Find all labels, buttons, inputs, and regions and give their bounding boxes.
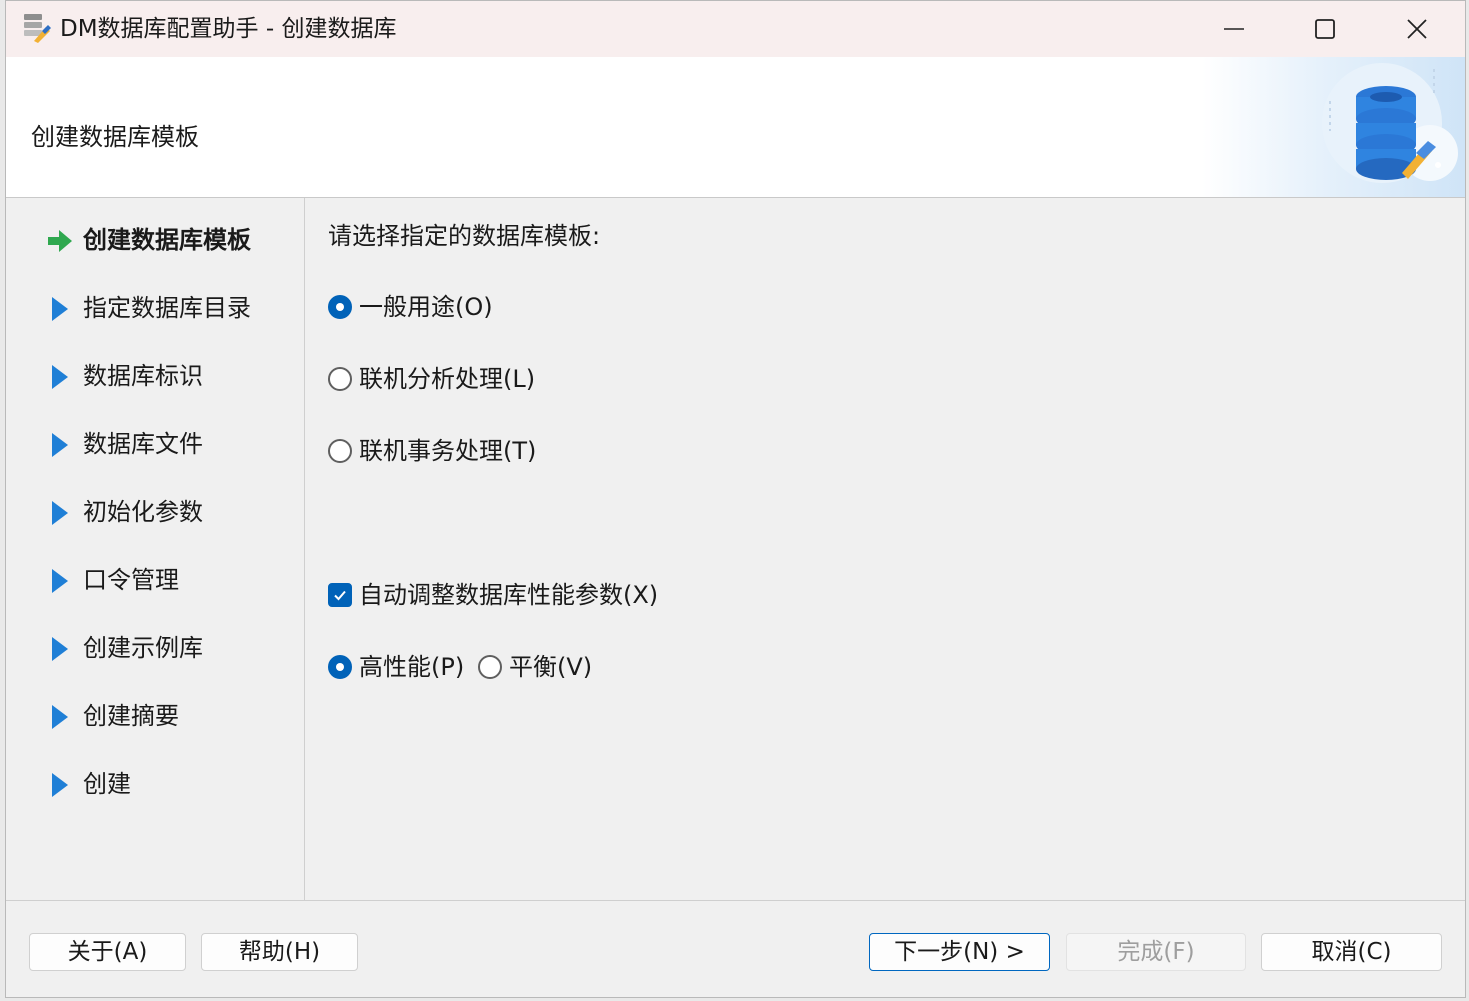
balanced-radio[interactable]: 平衡(V) <box>478 649 592 685</box>
auto-tune-checkbox[interactable]: 自动调整数据库性能参数(X) <box>328 577 658 613</box>
radio-label[interactable]: 高性能(P) <box>359 650 464 684</box>
blue-triangle-icon <box>52 569 68 593</box>
nav-step-label: 创建示例库 <box>83 634 203 662</box>
nav-step-create-template: 创建数据库模板 <box>6 220 305 260</box>
blue-triangle-icon <box>52 433 68 457</box>
close-button[interactable] <box>1372 1 1462 57</box>
nav-step-label: 数据库标识 <box>83 362 203 390</box>
dialog-window: DM数据库配置助手 - 创建数据库 创建数据库模板 创建数据库模板 指定数据库目… <box>5 0 1466 998</box>
nav-step-sample-db: 创建示例库 <box>6 628 305 668</box>
blue-triangle-icon <box>52 501 68 525</box>
radio-indicator[interactable] <box>328 439 352 463</box>
nav-step-label: 口令管理 <box>83 566 179 594</box>
blue-triangle-icon <box>52 637 68 661</box>
nav-step-label: 创建数据库模板 <box>83 226 251 254</box>
high-performance-radio[interactable]: 高性能(P) <box>328 649 464 685</box>
title-bar[interactable]: DM数据库配置助手 - 创建数据库 <box>6 1 1465 57</box>
nav-step-summary: 创建摘要 <box>6 696 305 736</box>
checkmark-icon <box>334 590 346 601</box>
cancel-button[interactable]: 取消(C) <box>1261 933 1442 971</box>
nav-step-label: 创建 <box>83 770 131 798</box>
radio-label[interactable]: 一般用途(O) <box>359 290 493 324</box>
next-button[interactable]: 下一步(N) > <box>869 933 1050 971</box>
nav-step-label: 创建摘要 <box>83 702 179 730</box>
nav-step-init-params: 初始化参数 <box>6 492 305 532</box>
template-general-radio[interactable]: 一般用途(O) <box>328 289 493 325</box>
template-oltp-radio[interactable]: 联机事务处理(T) <box>328 433 536 469</box>
maximize-button[interactable] <box>1280 1 1370 57</box>
nav-step-db-files: 数据库文件 <box>6 424 305 464</box>
nav-step-create: 创建 <box>6 764 305 804</box>
template-prompt: 请选择指定的数据库模板: <box>328 222 601 250</box>
wizard-header: 创建数据库模板 <box>6 57 1465 198</box>
help-button[interactable]: 帮助(H) <box>201 933 358 971</box>
minimize-icon <box>1224 28 1244 30</box>
nav-step-label: 初始化参数 <box>83 498 203 526</box>
radio-indicator[interactable] <box>478 655 502 679</box>
checkbox-indicator[interactable] <box>328 583 352 607</box>
nav-step-label: 数据库文件 <box>83 430 203 458</box>
radio-indicator[interactable] <box>328 655 352 679</box>
checkbox-label[interactable]: 自动调整数据库性能参数(X) <box>359 578 658 612</box>
nav-step-db-directory: 指定数据库目录 <box>6 288 305 328</box>
about-button[interactable]: 关于(A) <box>29 933 186 971</box>
radio-label[interactable]: 联机分析处理(L) <box>359 362 535 396</box>
nav-step-db-identity: 数据库标识 <box>6 356 305 396</box>
app-icon <box>24 14 51 43</box>
maximize-icon <box>1315 19 1335 39</box>
template-olap-radio[interactable]: 联机分析处理(L) <box>328 361 535 397</box>
window-title: DM数据库配置助手 - 创建数据库 <box>60 16 397 42</box>
radio-label[interactable]: 平衡(V) <box>509 650 592 684</box>
close-icon <box>1407 19 1427 39</box>
nav-step-password: 口令管理 <box>6 560 305 600</box>
blue-triangle-icon <box>52 705 68 729</box>
radio-indicator[interactable] <box>328 367 352 391</box>
blue-triangle-icon <box>52 773 68 797</box>
template-selection-panel: 请选择指定的数据库模板: 一般用途(O) 联机分析处理(L) 联机事务处理(T)… <box>306 198 1465 900</box>
database-tools-icon <box>1322 63 1458 183</box>
step-title: 创建数据库模板 <box>31 123 199 151</box>
nav-step-label: 指定数据库目录 <box>83 294 251 322</box>
green-arrow-icon <box>48 230 72 252</box>
radio-label[interactable]: 联机事务处理(T) <box>359 434 536 468</box>
finish-button: 完成(F) <box>1066 933 1246 971</box>
blue-triangle-icon <box>52 297 68 321</box>
button-bar: 关于(A) 帮助(H) 下一步(N) > 完成(F) 取消(C) <box>6 900 1465 997</box>
minimize-button[interactable] <box>1189 1 1279 57</box>
wizard-steps-nav: 创建数据库模板 指定数据库目录 数据库标识 数据库文件 初始化参数 口令管理 创… <box>6 198 305 900</box>
radio-indicator[interactable] <box>328 295 352 319</box>
blue-triangle-icon <box>52 365 68 389</box>
